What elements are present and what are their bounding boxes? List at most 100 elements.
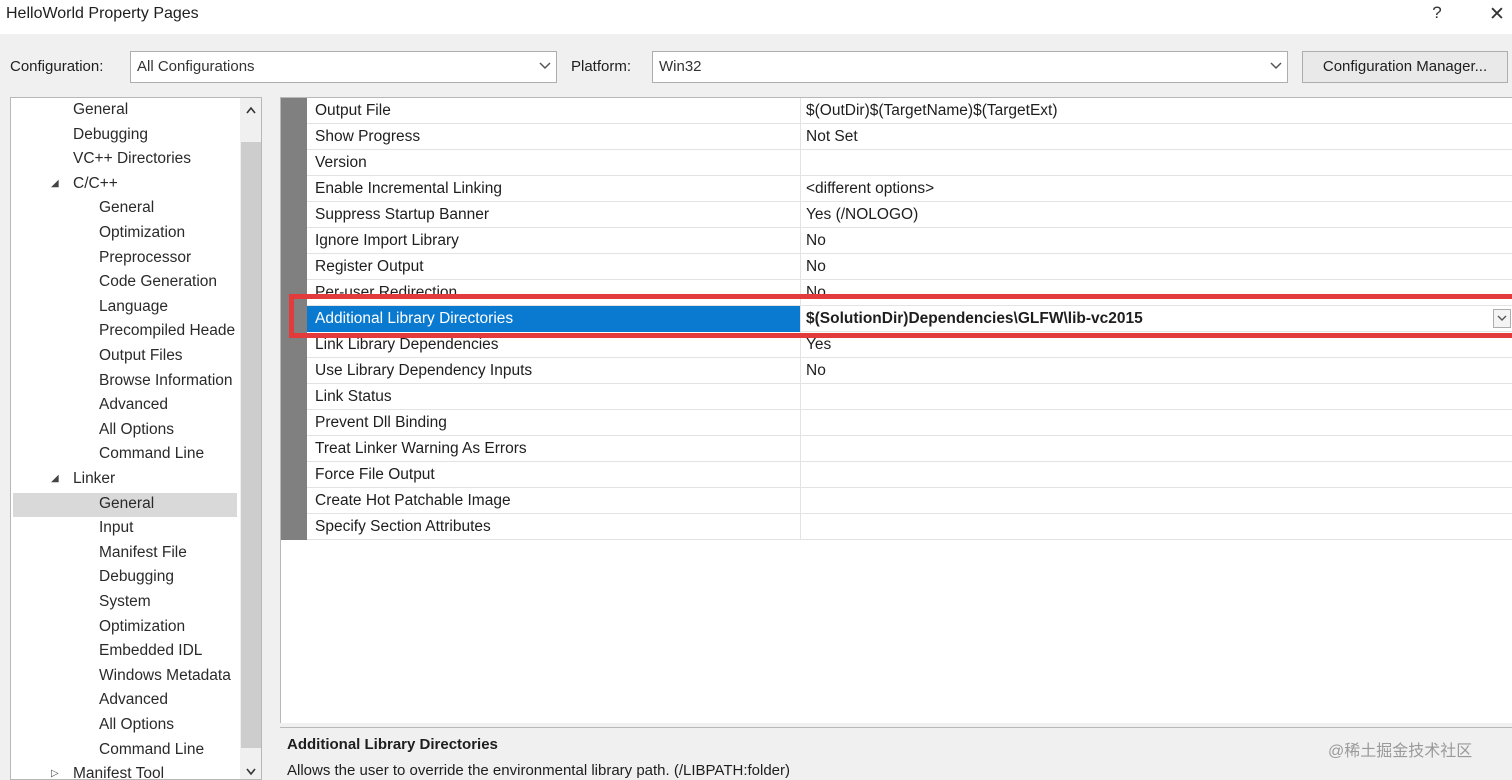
tree-scrollbar[interactable] xyxy=(240,98,261,779)
property-row[interactable]: Per-user Redirection No xyxy=(307,280,1512,306)
property-value[interactable]: Yes (/NOLOGO) xyxy=(801,202,1512,228)
property-value[interactable]: $(OutDir)$(TargetName)$(TargetExt) xyxy=(801,98,1512,124)
tree-item[interactable]: Input xyxy=(13,517,237,541)
property-row[interactable]: Specify Section Attributes xyxy=(307,514,1512,540)
property-value[interactable]: $(SolutionDir)Dependencies\GLFW\lib-vc20… xyxy=(801,306,1512,332)
property-value[interactable] xyxy=(801,410,1512,436)
expanded-triangle-icon[interactable]: ◢ xyxy=(51,178,59,189)
tree-item[interactable]: Debugging xyxy=(13,124,237,148)
tree-item[interactable]: Language xyxy=(13,296,237,320)
tree-item-label: Optimization xyxy=(99,617,186,635)
property-name: Register Output xyxy=(307,254,801,280)
property-name: Enable Incremental Linking xyxy=(307,176,801,202)
tree-item[interactable]: General xyxy=(13,492,237,517)
property-row[interactable]: Prevent Dll Binding xyxy=(307,410,1512,436)
collapsed-triangle-icon[interactable]: ▷ xyxy=(51,768,59,779)
property-row[interactable]: Force File Output xyxy=(307,462,1512,488)
property-row[interactable]: Link Library Dependencies Yes xyxy=(307,332,1512,358)
close-button[interactable]: ✕ xyxy=(1486,3,1508,27)
value-dropdown-button[interactable] xyxy=(1493,309,1511,328)
tree-item[interactable]: General xyxy=(13,197,237,221)
tree-item[interactable]: Optimization xyxy=(13,222,237,246)
platform-label: Platform: xyxy=(571,58,632,75)
property-row[interactable]: Ignore Import Library No xyxy=(307,228,1512,254)
tree-item[interactable]: Embedded IDL xyxy=(13,640,237,664)
property-row[interactable]: Version xyxy=(307,150,1512,176)
scroll-up-icon[interactable] xyxy=(246,106,256,116)
expanded-triangle-icon[interactable]: ◢ xyxy=(51,473,59,484)
property-name: Prevent Dll Binding xyxy=(307,410,801,436)
tree-item[interactable]: Windows Metadata xyxy=(13,665,237,689)
property-row[interactable]: Use Library Dependency Inputs No xyxy=(307,358,1512,384)
property-row[interactable]: Create Hot Patchable Image xyxy=(307,488,1512,514)
property-value[interactable]: <different options> xyxy=(801,176,1512,202)
tree-item-label: C/C++ xyxy=(73,174,118,192)
tree-item-label: Language xyxy=(99,297,168,315)
property-row[interactable]: Show Progress Not Set xyxy=(307,124,1512,150)
property-value[interactable] xyxy=(801,150,1512,176)
property-value[interactable]: No xyxy=(801,228,1512,254)
tree-item[interactable]: Command Line xyxy=(13,739,237,763)
tree-item[interactable]: ▷ Manifest Tool xyxy=(13,763,237,779)
tree-item-label: Advanced xyxy=(99,691,168,709)
tree-item-label: Code Generation xyxy=(99,273,218,291)
tree-item[interactable]: Advanced xyxy=(13,394,237,418)
tree-item-label: General xyxy=(73,101,129,118)
tree-item[interactable]: All Options xyxy=(13,419,237,443)
property-value[interactable]: Not Set xyxy=(801,124,1512,150)
property-row[interactable]: Enable Incremental Linking <different opt… xyxy=(307,176,1512,202)
property-value[interactable] xyxy=(801,514,1512,540)
window-title: HelloWorld Property Pages xyxy=(6,5,199,22)
configuration-manager-button[interactable]: Configuration Manager... xyxy=(1302,51,1508,83)
tree-item-label: Debugging xyxy=(99,568,174,586)
configuration-value: All Configurations xyxy=(137,58,255,75)
property-grid[interactable]: Output File $(OutDir)$(TargetName)$(Targe… xyxy=(280,97,1512,723)
grid-gutter xyxy=(281,98,307,540)
tree-item[interactable]: Optimization xyxy=(13,616,237,640)
tree-item-label: Linker xyxy=(73,470,116,487)
property-value[interactable] xyxy=(801,384,1512,410)
property-row[interactable]: Output File $(OutDir)$(TargetName)$(Targe… xyxy=(307,98,1512,124)
tree-item-label: Preprocessor xyxy=(99,248,192,266)
tree-item[interactable]: Manifest File xyxy=(13,542,237,566)
platform-dropdown[interactable]: Win32 xyxy=(652,51,1288,83)
property-row[interactable]: Link Status xyxy=(307,384,1512,410)
tree-item[interactable]: Preprocessor xyxy=(13,247,237,271)
property-name: Version xyxy=(307,150,801,176)
tree-item[interactable]: Code Generation xyxy=(13,271,237,295)
property-value[interactable] xyxy=(801,436,1512,462)
tree-item[interactable]: Precompiled Heade xyxy=(13,320,237,344)
tree-scroll-thumb[interactable] xyxy=(241,142,261,748)
property-row[interactable]: Treat Linker Warning As Errors xyxy=(307,436,1512,462)
property-row[interactable]: Suppress Startup Banner Yes (/NOLOGO) xyxy=(307,202,1512,228)
property-row[interactable]: Additional Library Directories $(Solution… xyxy=(307,306,1512,332)
property-name: Ignore Import Library xyxy=(307,228,801,254)
configuration-dropdown[interactable]: All Configurations xyxy=(130,51,557,83)
tree-item[interactable]: General xyxy=(13,99,237,123)
tree-item-label: System xyxy=(99,593,151,610)
property-row[interactable]: Register Output No xyxy=(307,254,1512,280)
tree-item[interactable]: Output Files xyxy=(13,345,237,369)
property-value[interactable] xyxy=(801,488,1512,514)
tree-item[interactable]: ◢ Linker xyxy=(13,468,237,492)
scroll-down-icon[interactable] xyxy=(246,766,256,776)
tree-item[interactable]: Command Line xyxy=(13,443,237,467)
property-value[interactable]: No xyxy=(801,280,1512,306)
tree-item[interactable]: Browse Information xyxy=(13,370,237,394)
property-value[interactable]: No xyxy=(801,358,1512,384)
property-value[interactable]: Yes xyxy=(801,332,1512,358)
help-button[interactable]: ? xyxy=(1426,3,1448,27)
tree-item[interactable]: Debugging xyxy=(13,566,237,590)
property-value[interactable] xyxy=(801,462,1512,488)
property-name: Specify Section Attributes xyxy=(307,514,801,540)
tree-item[interactable]: ◢ C/C++ xyxy=(13,173,237,197)
property-tree[interactable]: General Debugging VC++ Directories ◢ C/C++ Ge… xyxy=(10,97,262,780)
tree-item[interactable]: Advanced xyxy=(13,689,237,713)
property-name: Show Progress xyxy=(307,124,801,150)
tree-item[interactable]: VC++ Directories xyxy=(13,148,237,172)
property-value[interactable]: No xyxy=(801,254,1512,280)
property-name: Additional Library Directories xyxy=(307,306,801,332)
tree-item-label: General xyxy=(99,199,155,217)
tree-item[interactable]: System xyxy=(13,591,237,615)
tree-item[interactable]: All Options xyxy=(13,714,237,738)
